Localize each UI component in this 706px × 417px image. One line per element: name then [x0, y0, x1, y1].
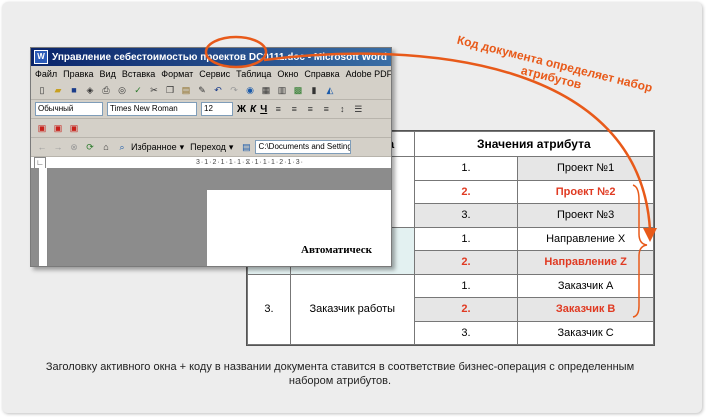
vertical-ruler[interactable] — [39, 168, 48, 266]
value-number: 2. — [413, 179, 519, 204]
standard-toolbar: ▯ ▰ ■ ◈ ⎙ ◎ ✓ ✂ ❐ ▤ ✎ ↶ ↷ ◉ ▦ ▥ ▩ ▮ ◭ — [31, 81, 391, 100]
open-folder-icon[interactable]: ▰ — [51, 83, 65, 97]
forward-icon[interactable]: → — [51, 140, 65, 154]
menu-format[interactable]: Формат — [161, 69, 193, 79]
numbering-icon[interactable]: ☰ — [351, 102, 365, 116]
insert-table-icon[interactable]: ▥ — [275, 83, 289, 97]
row-number: 3. — [247, 273, 291, 345]
align-left-icon[interactable]: ≡ — [271, 102, 285, 116]
redo-icon[interactable]: ↷ — [227, 83, 241, 97]
align-right-icon[interactable]: ≡ — [303, 102, 317, 116]
value-text: Проект №1 — [517, 156, 654, 181]
copy-icon[interactable]: ❐ — [163, 83, 177, 97]
undo-icon[interactable]: ↶ — [211, 83, 225, 97]
address-field[interactable]: C:\Documents and Settings\serga — [255, 140, 352, 154]
tables-borders-icon[interactable]: ▦ — [259, 83, 273, 97]
menu-edit[interactable]: Правка — [63, 69, 93, 79]
columns-icon[interactable]: ▮ — [307, 83, 321, 97]
table-row: 3. Заказчик работы 1. Заказчик А — [247, 273, 654, 345]
show-only-web-toolbar-icon[interactable]: ▤ — [239, 140, 253, 154]
word-window: W Управление себестоимостью проектов DC0… — [30, 47, 392, 267]
font-select[interactable]: Times New Roman — [107, 102, 197, 116]
value-number: 1. — [413, 273, 519, 298]
value-text: Заказчик А — [517, 273, 654, 298]
value-number: 1. — [413, 156, 519, 181]
value-number: 3. — [413, 320, 519, 345]
cut-icon[interactable]: ✂ — [147, 83, 161, 97]
convert-and-email-icon[interactable]: ▣ — [51, 121, 65, 135]
refresh-icon[interactable]: ⟳ — [83, 140, 97, 154]
pdf-toolbar: ▣ ▣ ▣ — [31, 119, 391, 138]
value-number: 2. — [413, 297, 519, 322]
header-values: Значения атрибута — [413, 131, 655, 157]
menu-table[interactable]: Таблица — [236, 69, 271, 79]
favorites-menu[interactable]: Избранное — [131, 142, 177, 152]
italic-button[interactable]: К — [250, 104, 256, 115]
value-text: Направление Z — [517, 250, 654, 275]
value-text: Заказчик С — [517, 320, 654, 345]
value-text: Проект №2 — [517, 179, 654, 204]
favorites-dropdown-icon[interactable]: ▾ — [180, 142, 185, 153]
value-text: Заказчик В — [517, 297, 654, 322]
stop-icon[interactable]: ⊗ — [67, 140, 81, 154]
convert-to-pdf-icon[interactable]: ▣ — [35, 121, 49, 135]
document-area[interactable]: Автоматическ — [31, 168, 391, 266]
spelling-icon[interactable]: ✓ — [131, 83, 145, 97]
font-size-select[interactable]: 12 — [201, 102, 233, 116]
ruler-ticks: 3·1·2·1·1·1·⧖·1·1·1·2·1·3· — [196, 159, 304, 166]
print-preview-icon[interactable]: ◎ — [115, 83, 129, 97]
drawing-icon[interactable]: ◭ — [323, 83, 337, 97]
go-dropdown-icon[interactable]: ▾ — [229, 142, 234, 153]
print-icon[interactable]: ⎙ — [99, 83, 113, 97]
bold-button[interactable]: Ж — [237, 104, 246, 115]
menu-window[interactable]: Окно — [277, 69, 298, 79]
value-number: 3. — [413, 203, 519, 228]
formatting-toolbar: Обычный Times New Roman 12 Ж К Ч ≡ ≡ ≡ ≡… — [31, 100, 391, 119]
convert-and-review-icon[interactable]: ▣ — [67, 121, 81, 135]
format-painter-icon[interactable]: ✎ — [195, 83, 209, 97]
menu-adobe-pdf[interactable]: Adobe PDF — [346, 69, 391, 79]
value-number: 1. — [413, 226, 519, 251]
new-document-icon[interactable]: ▯ — [35, 83, 49, 97]
menu-view[interactable]: Вид — [100, 69, 116, 79]
document-heading: Автоматическ — [301, 244, 372, 256]
menu-tools[interactable]: Сервис — [199, 69, 230, 79]
word-app-icon: W — [34, 50, 48, 64]
align-center-icon[interactable]: ≡ — [287, 102, 301, 116]
menu-bar: Файл Правка Вид Вставка Формат Сервис Та… — [31, 66, 391, 81]
window-titlebar[interactable]: W Управление себестоимостью проектов DC0… — [31, 48, 391, 66]
go-menu[interactable]: Переход — [190, 142, 226, 152]
value-text: Проект №3 — [517, 203, 654, 228]
web-toolbar: ← → ⊗ ⟳ ⌂ ⌕ Избранное ▾ Переход ▾ ▤ C:\Doc… — [31, 138, 391, 157]
style-select[interactable]: Обычный — [35, 102, 103, 116]
hyperlink-icon[interactable]: ◉ — [243, 83, 257, 97]
value-text: Направление X — [517, 226, 654, 251]
value-number: 2. — [413, 250, 519, 275]
window-title: Управление себестоимостью проектов DC011… — [52, 51, 388, 63]
slide-caption: Заголовку активного окна + коду в назван… — [45, 361, 635, 387]
save-icon[interactable]: ■ — [67, 83, 81, 97]
search-web-icon[interactable]: ⌕ — [115, 140, 129, 154]
menu-file[interactable]: Файл — [35, 69, 57, 79]
slide: ва Значения атрибута 1. Проект №1 2. Про… — [0, 0, 706, 417]
justify-icon[interactable]: ≡ — [319, 102, 333, 116]
home-icon[interactable]: ⌂ — [99, 140, 113, 154]
permission-icon[interactable]: ◈ — [83, 83, 97, 97]
menu-help[interactable]: Справка — [304, 69, 339, 79]
underline-button[interactable]: Ч — [260, 104, 267, 115]
row-attribute-name: Заказчик работы — [289, 273, 415, 345]
back-icon[interactable]: ← — [35, 140, 49, 154]
line-spacing-icon[interactable]: ↕ — [335, 102, 349, 116]
insert-excel-icon[interactable]: ▩ — [291, 83, 305, 97]
menu-insert[interactable]: Вставка — [122, 69, 155, 79]
paste-icon[interactable]: ▤ — [179, 83, 193, 97]
document-page[interactable]: Автоматическ — [207, 190, 391, 266]
